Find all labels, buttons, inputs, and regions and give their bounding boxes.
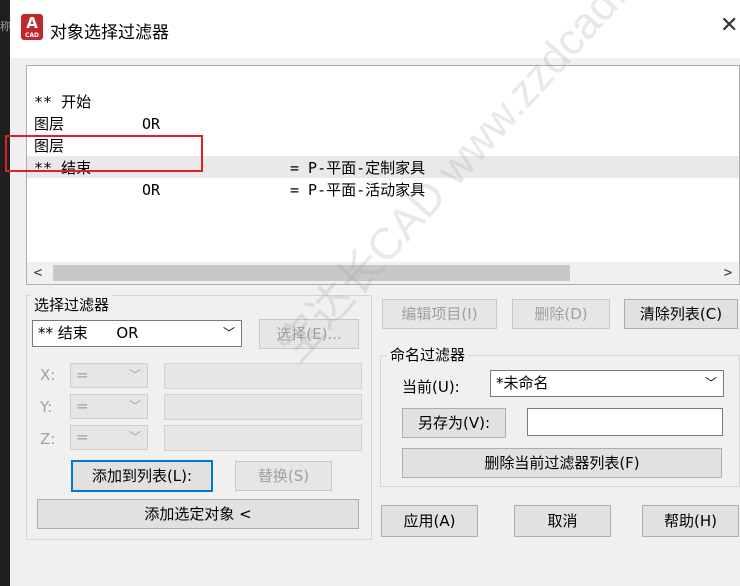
list-item[interactable]: 图层 = P-平面-活动家具 xyxy=(34,113,425,199)
clear-list-button[interactable]: 清除列表(C) xyxy=(624,299,738,329)
background-app-strip: 称 xyxy=(0,0,11,586)
background-glyph: 称 xyxy=(0,20,11,33)
add-to-list-button[interactable]: 添加到列表(L): xyxy=(71,460,213,492)
chevron-down-icon: ﹀ xyxy=(128,430,141,444)
x-label: X: xyxy=(40,366,56,384)
current-filter-value: *未命名 xyxy=(496,374,549,392)
x-operator-combo[interactable]: = ﹀ xyxy=(70,363,148,388)
help-button[interactable]: 帮助(H) xyxy=(642,505,739,537)
chevron-down-icon: ﹀ xyxy=(704,376,717,390)
delete-button[interactable]: 删除(D) xyxy=(512,299,610,329)
named-filters-label: 命名过滤器 xyxy=(387,344,469,365)
select-filter-label: 选择过滤器 xyxy=(31,294,113,315)
dialog-title: 对象选择过滤器 xyxy=(50,23,169,43)
app-icon-letter: A xyxy=(26,14,38,32)
cancel-button[interactable]: 取消 xyxy=(514,505,611,537)
save-as-button[interactable]: 另存为(V): xyxy=(402,408,506,438)
highlight-annotation-box xyxy=(5,135,203,172)
x-value-field[interactable] xyxy=(164,363,362,389)
current-filter-label: 当前(U): xyxy=(402,378,460,396)
add-selected-object-button[interactable]: 添加选定对象 < xyxy=(37,499,359,529)
delete-current-filter-list-button[interactable]: 删除当前过滤器列表(F) xyxy=(402,448,722,478)
filter-type-value: ** 结束 OR xyxy=(38,324,139,342)
filter-type-combo[interactable]: ** 结束 OR ﹀ xyxy=(32,320,242,347)
apply-button[interactable]: 应用(A) xyxy=(381,505,478,537)
app-icon-sub: CAD xyxy=(24,32,40,39)
chevron-down-icon: ﹀ xyxy=(128,368,141,382)
y-label: Y: xyxy=(40,398,53,416)
close-icon[interactable]: ✕ xyxy=(720,14,738,38)
z-operator-combo[interactable]: = ﹀ xyxy=(70,425,148,450)
z-label: Z: xyxy=(40,430,56,448)
chevron-down-icon: ﹀ xyxy=(222,326,235,340)
y-operator-combo[interactable]: = ﹀ xyxy=(70,394,148,419)
autocad-app-icon: A CAD xyxy=(21,14,43,40)
list-item[interactable]: ** 开始 OR xyxy=(34,69,160,133)
object-selection-filters-dialog: A CAD 对象选择过滤器 ✕ ** 开始 OR 图层 = P-平面-定制家具 … xyxy=(5,0,740,586)
replace-button[interactable]: 替换(S) xyxy=(235,461,332,491)
z-value-field[interactable] xyxy=(164,425,362,451)
edit-item-button[interactable]: 编辑项目(I) xyxy=(382,299,497,329)
current-filter-combo[interactable]: *未命名 ﹀ xyxy=(490,370,724,397)
list-item[interactable]: 图层 = P-平面-定制家具 xyxy=(34,91,425,177)
y-value-field[interactable] xyxy=(164,394,362,420)
scroll-left-icon[interactable]: < xyxy=(27,262,49,284)
scroll-right-icon[interactable]: > xyxy=(717,262,739,284)
save-as-name-field[interactable] xyxy=(527,408,723,436)
chevron-down-icon: ﹀ xyxy=(128,399,141,413)
